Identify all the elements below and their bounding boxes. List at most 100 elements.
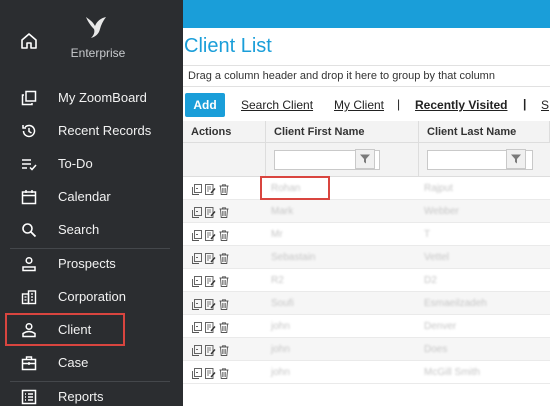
first-name-filter-button[interactable] bbox=[355, 149, 375, 169]
case-icon bbox=[20, 354, 38, 372]
sidebar-item-label: My ZoomBoard bbox=[58, 90, 147, 105]
view-record-icon[interactable] bbox=[192, 228, 202, 246]
table-row[interactable]: Soufi Esmaeilzadeh bbox=[183, 292, 550, 315]
client-last-name-cell[interactable]: Rajput bbox=[424, 183, 453, 194]
delete-record-icon[interactable] bbox=[219, 205, 229, 223]
table-row[interactable]: john Denver bbox=[183, 315, 550, 338]
client-first-name-cell[interactable]: Mr bbox=[271, 229, 283, 240]
view-record-icon[interactable] bbox=[192, 205, 202, 223]
home-icon[interactable] bbox=[20, 32, 38, 50]
delete-record-icon[interactable] bbox=[219, 320, 229, 338]
search-icon bbox=[20, 221, 38, 239]
client-first-name-cell[interactable]: Mark bbox=[271, 206, 293, 217]
row-highlight-box bbox=[260, 176, 330, 200]
brand-name: Enterprise bbox=[70, 46, 126, 60]
more-link-truncated[interactable]: S bbox=[541, 98, 549, 112]
edit-record-icon[interactable] bbox=[205, 343, 216, 361]
client-last-name-cell[interactable]: Esmaeilzadeh bbox=[424, 298, 487, 309]
view-record-icon[interactable] bbox=[192, 320, 202, 338]
client-first-name-cell[interactable]: Sebastain bbox=[271, 252, 315, 263]
edit-record-icon[interactable] bbox=[205, 297, 216, 315]
sidebar: Enterprise My ZoomBoard Recent Records T… bbox=[0, 0, 183, 406]
column-header-actions[interactable]: Actions bbox=[183, 121, 266, 143]
toolbar-separator: | bbox=[523, 97, 527, 111]
edit-record-icon[interactable] bbox=[205, 251, 216, 269]
sidebar-item-label: Search bbox=[58, 222, 100, 237]
view-record-icon[interactable] bbox=[192, 274, 202, 292]
corporation-icon bbox=[20, 288, 38, 306]
edit-record-icon[interactable] bbox=[205, 205, 216, 223]
sidebar-item-calendar[interactable]: Calendar bbox=[0, 180, 183, 213]
delete-record-icon[interactable] bbox=[219, 343, 229, 361]
table-row[interactable]: john McGill Smith bbox=[183, 361, 550, 384]
row-actions bbox=[192, 205, 229, 223]
row-actions bbox=[192, 297, 229, 315]
row-actions bbox=[192, 274, 229, 292]
sidebar-item-my-zoomboard[interactable]: My ZoomBoard bbox=[0, 81, 183, 114]
sidebar-item-prospects[interactable]: Prospects bbox=[0, 247, 183, 280]
table-row[interactable]: R2 D2 bbox=[183, 269, 550, 292]
sidebar-item-label: Prospects bbox=[58, 256, 116, 271]
client-first-name-cell[interactable]: john bbox=[271, 321, 290, 332]
view-record-icon[interactable] bbox=[192, 182, 202, 200]
delete-record-icon[interactable] bbox=[219, 251, 229, 269]
column-header-first-name[interactable]: Client First Name bbox=[266, 121, 419, 143]
client-first-name-cell[interactable]: john bbox=[271, 367, 290, 378]
client-last-name-cell[interactable]: D2 bbox=[424, 275, 437, 286]
client-last-name-cell[interactable]: Does bbox=[424, 344, 447, 355]
sidebar-item-search[interactable]: Search bbox=[0, 213, 183, 246]
view-record-icon[interactable] bbox=[192, 297, 202, 315]
client-last-name-cell[interactable]: Webber bbox=[424, 206, 459, 217]
todo-list-icon bbox=[20, 155, 38, 173]
view-record-icon[interactable] bbox=[192, 251, 202, 269]
history-icon bbox=[20, 122, 38, 140]
column-divider bbox=[265, 143, 266, 177]
filter-row bbox=[183, 143, 550, 177]
table-row[interactable]: Mr T bbox=[183, 223, 550, 246]
delete-record-icon[interactable] bbox=[219, 274, 229, 292]
edit-record-icon[interactable] bbox=[205, 182, 216, 200]
sidebar-item-label: Reports bbox=[58, 389, 104, 404]
client-last-name-cell[interactable]: McGill Smith bbox=[424, 367, 480, 378]
view-record-icon[interactable] bbox=[192, 343, 202, 361]
delete-record-icon[interactable] bbox=[219, 297, 229, 315]
delete-record-icon[interactable] bbox=[219, 228, 229, 246]
client-last-name-cell[interactable]: Denver bbox=[424, 321, 456, 332]
client-last-name-cell[interactable]: T bbox=[424, 229, 430, 240]
last-name-filter-button[interactable] bbox=[506, 149, 526, 169]
sidebar-item-recent-records[interactable]: Recent Records bbox=[0, 114, 183, 147]
sidebar-item-corporation[interactable]: Corporation bbox=[0, 280, 183, 313]
prospects-icon bbox=[20, 255, 38, 273]
sidebar-item-label: Corporation bbox=[58, 289, 126, 304]
client-first-name-cell[interactable]: john bbox=[271, 344, 290, 355]
edit-record-icon[interactable] bbox=[205, 320, 216, 338]
page-title: Client List bbox=[184, 35, 272, 57]
edit-record-icon[interactable] bbox=[205, 228, 216, 246]
client-grid: Actions Client First Name Client Last Na… bbox=[183, 121, 550, 406]
add-button[interactable]: Add bbox=[185, 93, 225, 117]
group-drop-area[interactable]: Drag a column header and drop it here to… bbox=[183, 65, 550, 87]
sidebar-item-to-do[interactable]: To-Do bbox=[0, 147, 183, 180]
column-header-last-name[interactable]: Client Last Name bbox=[419, 121, 550, 143]
row-actions bbox=[192, 320, 229, 338]
sidebar-item-case[interactable]: Case bbox=[0, 346, 183, 379]
my-client-link[interactable]: My Client bbox=[334, 98, 384, 112]
toolbar-separator: | bbox=[397, 97, 401, 111]
delete-record-icon[interactable] bbox=[219, 366, 229, 384]
row-actions bbox=[192, 343, 229, 361]
delete-record-icon[interactable] bbox=[219, 182, 229, 200]
client-last-name-cell[interactable]: Vettel bbox=[424, 252, 449, 263]
client-first-name-cell[interactable]: Soufi bbox=[271, 298, 294, 309]
recently-visited-link[interactable]: Recently Visited bbox=[415, 98, 507, 112]
search-client-link[interactable]: Search Client bbox=[241, 98, 313, 112]
group-hint-text: Drag a column header and drop it here to… bbox=[188, 70, 495, 82]
table-row[interactable]: john Does bbox=[183, 338, 550, 361]
edit-record-icon[interactable] bbox=[205, 274, 216, 292]
table-row[interactable]: Sebastain Vettel bbox=[183, 246, 550, 269]
table-row[interactable]: Mark Webber bbox=[183, 200, 550, 223]
sidebar-item-reports[interactable]: Reports bbox=[0, 380, 183, 406]
table-row[interactable]: Rohan Rajput bbox=[183, 177, 550, 200]
client-first-name-cell[interactable]: R2 bbox=[271, 275, 284, 286]
edit-record-icon[interactable] bbox=[205, 366, 216, 384]
view-record-icon[interactable] bbox=[192, 366, 202, 384]
